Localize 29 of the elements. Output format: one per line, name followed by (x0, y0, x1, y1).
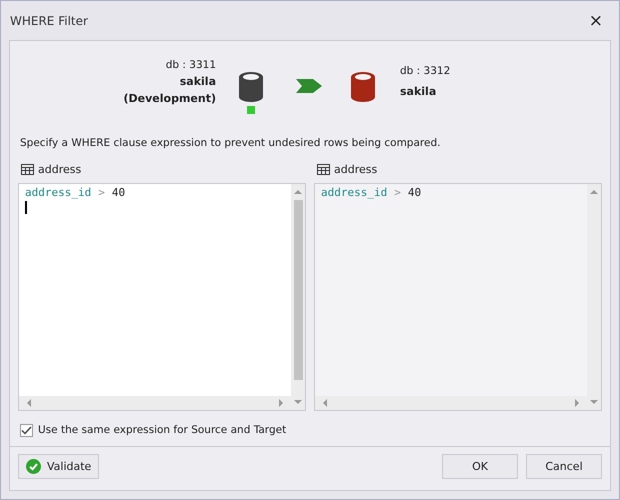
check-icon (26, 459, 41, 474)
code-token: address_id (25, 186, 92, 199)
code-token: 40 (408, 186, 422, 199)
close-button[interactable]: × (582, 10, 609, 30)
arrow-icon (296, 79, 322, 93)
target-database: sakila (400, 85, 438, 98)
description-text: Specify a WHERE clause expression to prevent undesired rows being compared. (20, 137, 442, 149)
table-name: address (334, 162, 378, 176)
horizontal-scrollbar[interactable] (19, 396, 291, 410)
validate-button[interactable]: Validate (18, 454, 100, 479)
source-environment: (Development) (124, 92, 216, 105)
text-cursor (25, 201, 27, 214)
checkbox[interactable] (20, 424, 33, 436)
cancel-button[interactable]: Cancel (526, 454, 602, 479)
code-token: > (394, 186, 401, 199)
code-token: > (98, 186, 105, 199)
code-token: 40 (112, 186, 126, 199)
table-icon (21, 164, 34, 174)
vertical-scrollbar[interactable] (291, 184, 305, 410)
source-database: sakila (180, 75, 216, 88)
table-name: address (38, 162, 82, 176)
ok-button[interactable]: OK (442, 454, 518, 479)
window-title: WHERE Filter (10, 14, 88, 28)
source-port: db : 3311 (166, 59, 216, 71)
checkbox-label: Use the same expression for Source and Target (38, 424, 286, 436)
code-token: address_id (321, 186, 388, 199)
table-icon (317, 164, 330, 174)
expression-editor[interactable]: address_id > 40 (18, 183, 306, 411)
target-port: db : 3312 (400, 65, 450, 77)
